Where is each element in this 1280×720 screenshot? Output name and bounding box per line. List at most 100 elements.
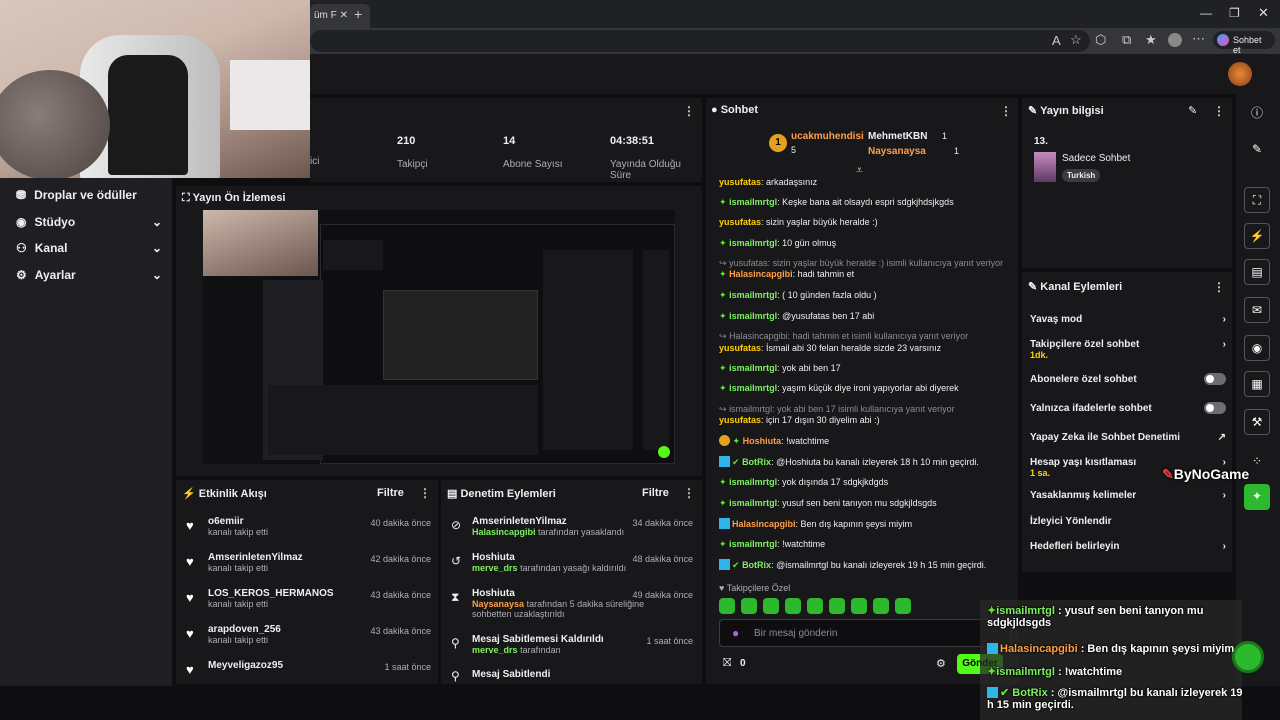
chat-user[interactable]: ismailmrtgl: [729, 197, 777, 207]
edit-icon[interactable]: ✎: [1188, 104, 1197, 117]
chat-input[interactable]: ● Bir mesaj gönderin: [719, 619, 1011, 647]
emote-icon[interactable]: [807, 598, 823, 614]
chat-user[interactable]: ismailmrtgl: [729, 498, 777, 508]
extension-icon[interactable]: ⬡: [1095, 32, 1106, 48]
chevron-down-icon: ⌄: [151, 215, 162, 229]
sidebar-item-studio[interactable]: ◉ Stüdyo ⌄: [16, 215, 162, 229]
chat-user[interactable]: ismailmrtgl: [729, 477, 777, 487]
preview-toggle-icon[interactable]: ⛶: [1244, 187, 1270, 213]
chat-user[interactable]: Halasincapgibi: [732, 519, 796, 529]
chat-user[interactable]: BotRix: [742, 457, 771, 467]
emote-icon[interactable]: [785, 598, 801, 614]
action-label: Yasaklanmış kelimeler: [1030, 490, 1137, 501]
window-close-icon[interactable]: ✕: [1258, 5, 1269, 21]
list-item[interactable]: ⚲ Mesaj Sabitlemesi Kaldırıldı merve_drs t…: [451, 634, 693, 655]
close-icon[interactable]: ✕: [340, 10, 348, 21]
microphone-icon[interactable]: ●: [732, 626, 739, 640]
chat-user[interactable]: ismailmrtgl: [729, 290, 777, 300]
list-item[interactable]: ♥ arapdoven_256 kanalı takip etti 43 dakika…: [186, 624, 431, 645]
list-item[interactable]: ⊘ AmserinletenYilmaz Halasincapgibi tarafı…: [451, 516, 693, 537]
sidebar-item-channel[interactable]: ⚇ Kanal ⌄: [16, 241, 162, 255]
list-item[interactable]: ♥ Meyveligazoz95 1 saat önce: [186, 660, 431, 678]
info-icon[interactable]: ⓘ: [1244, 101, 1270, 127]
chat-icon[interactable]: ✉: [1244, 297, 1270, 323]
moderator-icon: ✦: [719, 477, 727, 487]
emote-icon[interactable]: [851, 598, 867, 614]
leader-name[interactable]: Naysanaysa: [868, 146, 926, 157]
stream-preview[interactable]: [203, 210, 675, 464]
chat-user[interactable]: Halasincapgibi: [729, 269, 793, 279]
list-item[interactable]: ↺ Hoshiuta merve_drs tarafından yasağı kal…: [451, 552, 693, 573]
wrench-icon[interactable]: ⚒: [1244, 409, 1270, 435]
gift-icon[interactable]: ⛝: [723, 657, 731, 670]
action-goals[interactable]: Hedefleri belirleyin ›: [1030, 541, 1226, 552]
overlay-message: ✦ismailmrtgl : yusuf sen beni tanıyon mu…: [987, 604, 1227, 629]
more-icon[interactable]: ⋯: [1192, 31, 1205, 47]
lightning-icon[interactable]: ⚡: [1244, 223, 1270, 249]
action-slow-mode[interactable]: Yavaş mod ›: [1030, 314, 1226, 325]
list-item[interactable]: ⚲ Mesaj Sabitlendi: [451, 669, 693, 683]
emote-icon[interactable]: [741, 598, 757, 614]
chat-user[interactable]: ismailmrtgl: [729, 238, 777, 248]
sidebar-item-settings[interactable]: ⚙ Ayarlar ⌄: [16, 268, 162, 282]
moderation-menu-icon[interactable]: ⋮: [683, 486, 695, 500]
favorite-icon[interactable]: ☆: [1070, 32, 1082, 48]
copilot-button[interactable]: Sohbet et: [1213, 31, 1275, 55]
sidebar-item-drops[interactable]: ⛃ Droplar ve ödüller: [16, 188, 162, 202]
chat-user[interactable]: ismailmrtgl: [729, 311, 777, 321]
activity-header: ⚡ Etkinlik Akışı: [182, 487, 267, 500]
gear-icon[interactable]: ⚙: [936, 657, 946, 670]
favorites-bar-icon[interactable]: ★: [1145, 32, 1157, 48]
channel-actions-menu-icon[interactable]: ⋮: [1213, 280, 1225, 294]
user-avatar[interactable]: [1228, 62, 1252, 86]
activity-filter-button[interactable]: Filtre: [377, 487, 404, 499]
emote-icon[interactable]: [895, 598, 911, 614]
emote-icon[interactable]: [873, 598, 889, 614]
action-banned-words[interactable]: Yasaklanmış kelimeler ›: [1030, 490, 1226, 501]
action-ai-moderation[interactable]: Yapay Zeka ile Sohbet Denetimi ↗: [1030, 432, 1226, 443]
stats-menu-icon[interactable]: ⋮: [683, 104, 695, 118]
emote-icon[interactable]: [763, 598, 779, 614]
action-subscribers-only[interactable]: Abonelere özel sohbet: [1030, 373, 1226, 385]
split-icon[interactable]: ⧉: [1122, 32, 1131, 48]
chat-user[interactable]: ismailmrtgl: [729, 383, 777, 393]
list-item[interactable]: ♥ o6emiir kanalı takip etti 40 dakika önce: [186, 516, 431, 537]
chat-user[interactable]: Hoshiuta: [743, 436, 782, 446]
extension-app-icon[interactable]: ✦: [1244, 484, 1270, 510]
activity-menu-icon[interactable]: ⋮: [419, 486, 431, 500]
pencil-icon[interactable]: ✎: [1244, 137, 1270, 163]
list-item[interactable]: ♥ LOS_KEROS_HERMANOS kanalı takip etti 43 d…: [186, 588, 431, 609]
chat-user[interactable]: BotRix: [742, 560, 771, 570]
list-item[interactable]: ⧗ Hoshiuta Naysanaysa tarafından 5 dakika …: [451, 588, 693, 619]
new-tab-icon[interactable]: +: [354, 6, 362, 22]
chat-user[interactable]: yusufatas: [719, 217, 761, 227]
emote-only-toggle[interactable]: [1204, 402, 1226, 414]
broadcast-icon[interactable]: ◉: [1244, 335, 1270, 361]
category-name[interactable]: Sadece Sohbet: [1062, 153, 1130, 164]
chat-user[interactable]: yusufatas: [719, 177, 761, 187]
stats-icon[interactable]: ▦: [1244, 371, 1270, 397]
leader-name[interactable]: MehmetKBN: [868, 131, 927, 142]
action-raid[interactable]: İzleyici Yönlendir: [1030, 516, 1226, 527]
chat-menu-icon[interactable]: ⋮: [1000, 104, 1012, 118]
stream-info-menu-icon[interactable]: ⋮: [1213, 104, 1225, 118]
subscribers-only-toggle[interactable]: [1204, 373, 1226, 385]
minimize-icon[interactable]: —: [1200, 6, 1212, 20]
read-aloud-icon[interactable]: A: [1052, 33, 1061, 48]
chat-user[interactable]: yusufatas: [719, 343, 761, 353]
action-followers-only[interactable]: Takipçilere özel sohbet 1dk. ›: [1030, 339, 1226, 361]
maximize-icon[interactable]: ❐: [1229, 6, 1240, 20]
chat-user[interactable]: ismailmrtgl: [729, 363, 777, 373]
chat-user[interactable]: ismailmrtgl: [729, 539, 777, 549]
leader-name[interactable]: ucakmuhendisi: [791, 131, 864, 142]
profile-avatar[interactable]: [1168, 33, 1182, 47]
list-item[interactable]: ♥ AmserinletenYilmaz kanalı takip etti 42 d…: [186, 552, 431, 573]
url-input[interactable]: [310, 30, 1090, 52]
chat-user[interactable]: yusufatas: [719, 415, 761, 425]
action-emote-only[interactable]: Yalnızca ifadelerle sohbet: [1030, 402, 1226, 414]
emote-icon[interactable]: [829, 598, 845, 614]
moderation-filter-button[interactable]: Filtre: [642, 487, 669, 499]
emote-icon[interactable]: [719, 598, 735, 614]
document-icon[interactable]: ▤: [1244, 259, 1270, 285]
category-thumbnail[interactable]: [1034, 152, 1056, 182]
